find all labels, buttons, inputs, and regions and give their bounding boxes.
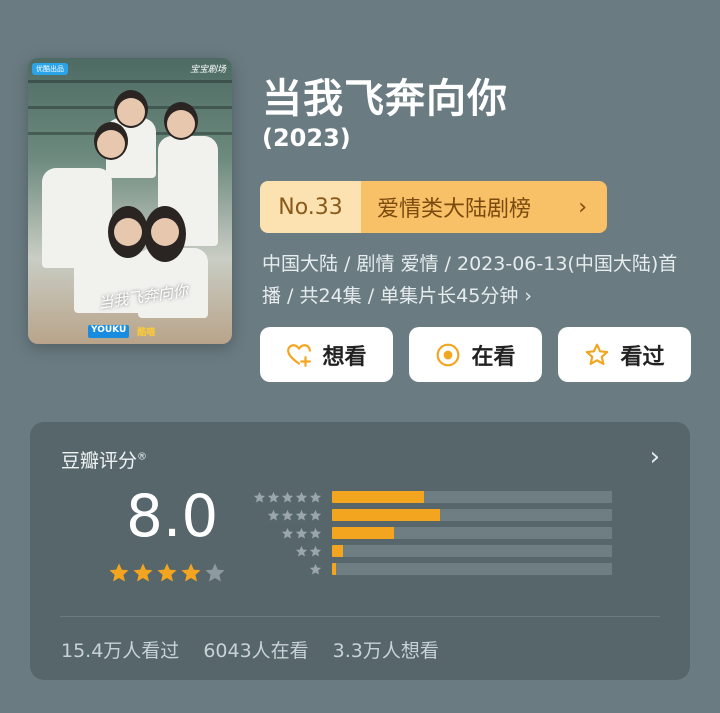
poster-figure <box>167 110 195 138</box>
star-empty-icon <box>205 563 225 582</box>
star-small-icon <box>267 491 280 503</box>
want-count[interactable]: 3.3万人想看 <box>333 636 439 663</box>
poster-figure <box>117 98 145 126</box>
watching-count[interactable]: 6043人在看 <box>203 636 308 663</box>
star-small-icon <box>309 563 322 575</box>
rank-number: No.33 <box>260 181 361 233</box>
poster-badge: 优酷出品 <box>32 63 68 75</box>
rating-card[interactable]: 豆瓣评分® › 8.0 15.4万人看过 6043人在看 3.3万人想看 <box>30 422 690 680</box>
star-small-icon <box>295 509 308 521</box>
registered-mark: ® <box>137 451 148 463</box>
star-small-icon <box>309 491 322 503</box>
rating-bar-stars <box>252 509 322 522</box>
rating-bar-fill <box>332 509 440 521</box>
rating-stars <box>108 562 226 584</box>
star-filled-icon <box>181 563 201 582</box>
target-icon <box>437 343 460 366</box>
rank-category-label: 爱情类大陆剧榜 <box>377 197 532 222</box>
watched-count[interactable]: 15.4万人看过 <box>61 636 179 663</box>
rating-bar-fill <box>332 563 337 575</box>
star-filled-icon <box>133 563 153 582</box>
rating-bar-row <box>252 506 612 524</box>
poster-image[interactable]: 优酷出品 宝宝剧场 当我飞奔向你 YOUKU 酷喵 <box>28 58 232 344</box>
star-small-icon <box>281 509 294 521</box>
rating-bar-row <box>252 488 612 506</box>
star-small-icon <box>281 527 294 539</box>
rating-score: 8.0 <box>126 482 219 550</box>
watching-button[interactable]: 在看 <box>409 327 542 382</box>
meta-text: 中国大陆 / 剧情 爱情 / 2023-06-13(中国大陆)首播 / 共24集… <box>262 253 678 307</box>
star-filled-icon <box>157 563 177 582</box>
rating-bar-stars <box>252 545 322 558</box>
rating-bar-row <box>252 542 612 560</box>
rating-bar-track <box>332 527 612 539</box>
chevron-right-icon: › <box>524 285 532 307</box>
rating-bar-track <box>332 563 612 575</box>
poster-figure <box>114 218 142 246</box>
star-small-icon <box>295 545 308 557</box>
action-bar: 想看 在看 看过 <box>260 327 691 382</box>
rating-label: 豆瓣评分 <box>61 450 138 472</box>
ranking-badge[interactable]: No.33 爱情类大陆剧榜 › <box>260 181 607 233</box>
kumiao-logo: 酷喵 <box>137 328 156 338</box>
poster-corner-mark: 宝宝剧场 <box>189 65 226 75</box>
show-meta-info[interactable]: 中国大陆 / 剧情 爱情 / 2023-06-13(中国大陆)首播 / 共24集… <box>262 248 692 312</box>
youku-logo: YOUKU <box>88 325 130 338</box>
rating-bar-track <box>332 509 612 521</box>
heart-plus-icon <box>287 343 312 367</box>
rating-stats: 15.4万人看过 6043人在看 3.3万人想看 <box>61 636 439 663</box>
divider <box>60 616 660 617</box>
watching-label: 在看 <box>471 344 516 370</box>
watched-button[interactable]: 看过 <box>558 327 691 382</box>
want-to-watch-label: 想看 <box>322 344 367 370</box>
star-small-icon <box>309 527 322 539</box>
rating-bar-stars <box>252 491 322 504</box>
chevron-right-icon: › <box>578 194 587 220</box>
star-small-icon <box>295 527 308 539</box>
rating-bar-fill <box>332 491 425 503</box>
rating-bar-fill <box>332 545 344 557</box>
star-small-icon <box>309 509 322 521</box>
rating-distribution <box>252 488 612 578</box>
rank-category: 爱情类大陆剧榜 › <box>361 181 607 233</box>
star-small-icon <box>253 491 266 503</box>
show-title: 当我飞奔向你 <box>262 76 508 122</box>
rating-bar-stars <box>252 527 322 540</box>
poster-figure <box>97 130 125 158</box>
poster-shelf <box>28 80 232 83</box>
watched-label: 看过 <box>620 344 665 370</box>
rating-title: 豆瓣评分® <box>61 446 147 473</box>
poster-logos: YOUKU 酷喵 <box>88 325 155 338</box>
poster-figure <box>151 218 179 246</box>
want-to-watch-button[interactable]: 想看 <box>260 327 393 382</box>
star-small-icon <box>309 545 322 557</box>
star-outline-icon <box>586 343 609 365</box>
rating-bar-track <box>332 545 612 557</box>
star-small-icon <box>295 491 308 503</box>
rating-bar-stars <box>252 563 322 576</box>
star-small-icon <box>281 491 294 503</box>
show-year: (2023) <box>262 124 351 152</box>
rating-bar-row <box>252 560 612 578</box>
rating-bar-row <box>252 524 612 542</box>
rating-bar-track <box>332 491 612 503</box>
rating-bar-fill <box>332 527 394 539</box>
chevron-right-icon[interactable]: › <box>650 442 660 472</box>
star-filled-icon <box>109 563 129 582</box>
star-small-icon <box>267 509 280 521</box>
